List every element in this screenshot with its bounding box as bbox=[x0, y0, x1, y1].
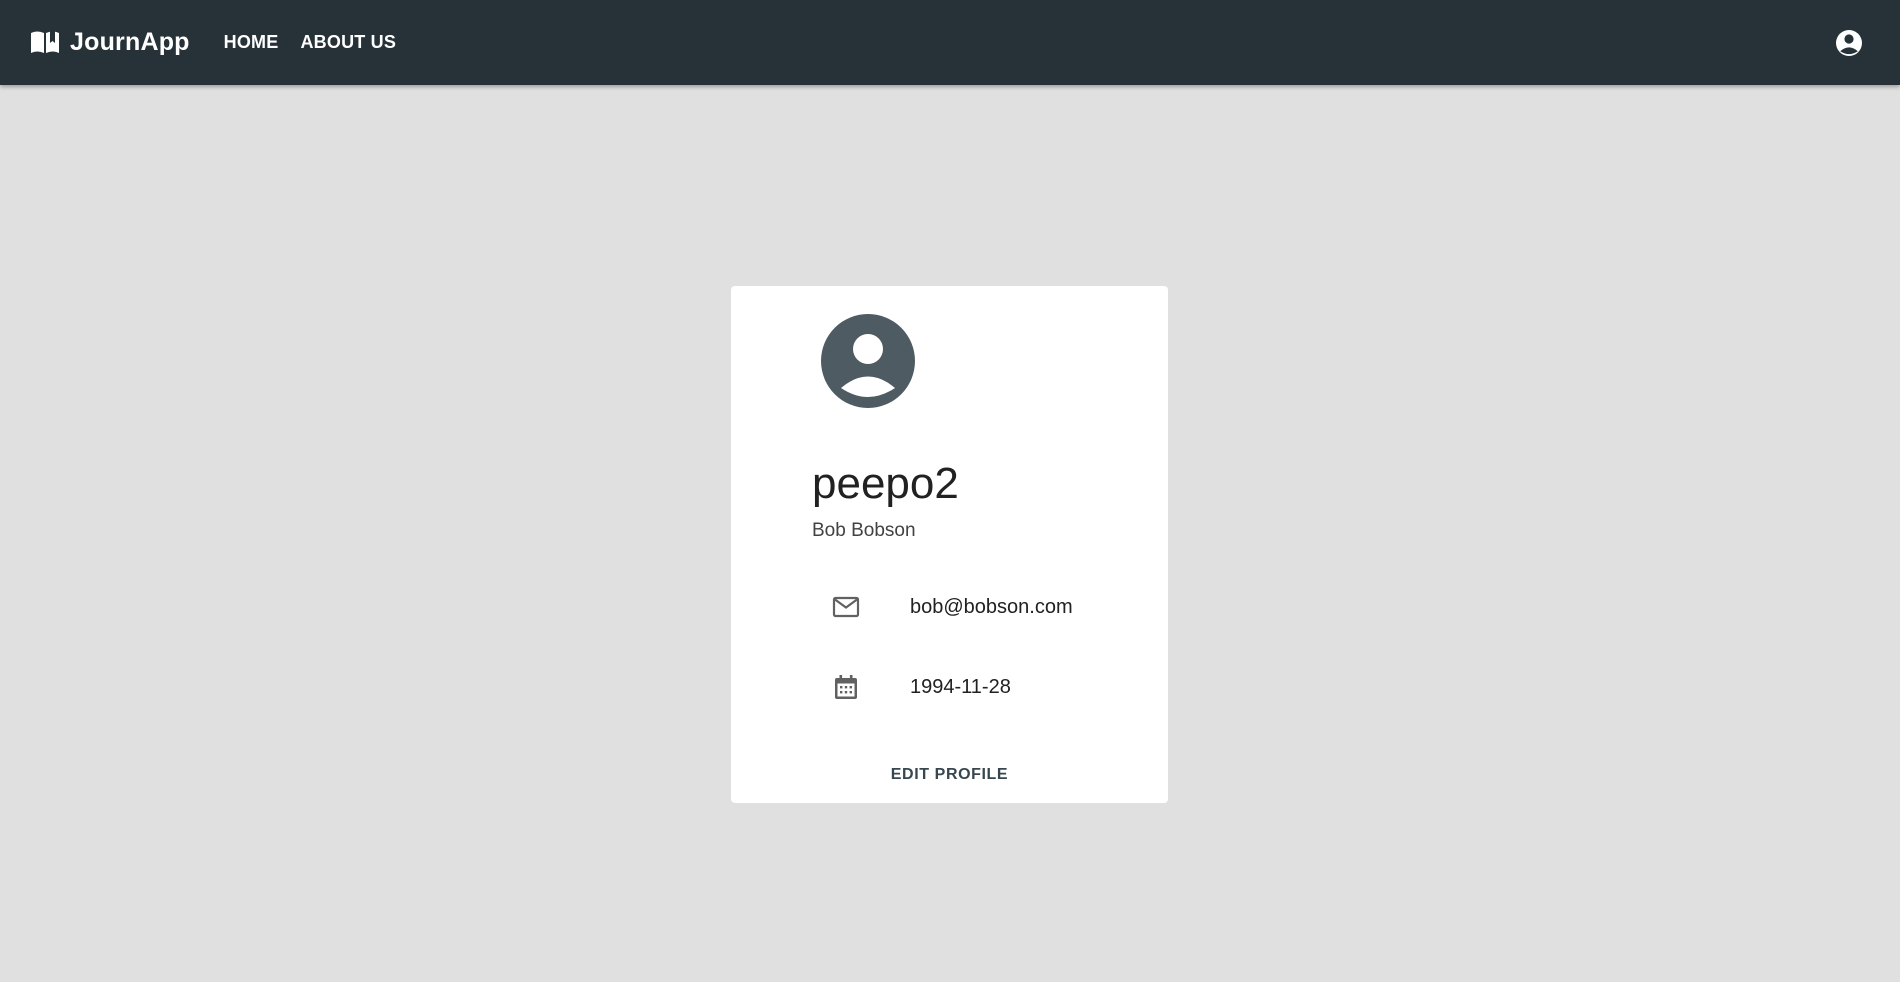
mail-icon bbox=[832, 596, 860, 618]
username: peepo2 bbox=[812, 459, 959, 508]
book-icon bbox=[31, 30, 59, 53]
calendar-icon bbox=[835, 675, 857, 699]
profile-card: peepo2 Bob Bobson bob@bobson.com 1994-11… bbox=[731, 286, 1168, 803]
email-value: bob@bobson.com bbox=[910, 595, 1073, 618]
account-circle-icon[interactable] bbox=[1832, 26, 1866, 60]
nav-home[interactable]: HOME bbox=[224, 32, 279, 53]
full-name: Bob Bobson bbox=[812, 520, 916, 541]
brand[interactable]: JournApp bbox=[30, 28, 190, 57]
brand-name: JournApp bbox=[70, 28, 190, 56]
account-circle-icon bbox=[821, 314, 915, 408]
email-row: bob@bobson.com bbox=[831, 592, 1073, 622]
birthdate-row: 1994-11-28 bbox=[831, 672, 1011, 702]
app-bar: JournApp HOME ABOUT US bbox=[0, 0, 1900, 85]
birthdate-value: 1994-11-28 bbox=[910, 675, 1011, 698]
nav-about-us[interactable]: ABOUT US bbox=[300, 32, 396, 53]
edit-profile-button[interactable]: EDIT PROFILE bbox=[880, 757, 1020, 793]
